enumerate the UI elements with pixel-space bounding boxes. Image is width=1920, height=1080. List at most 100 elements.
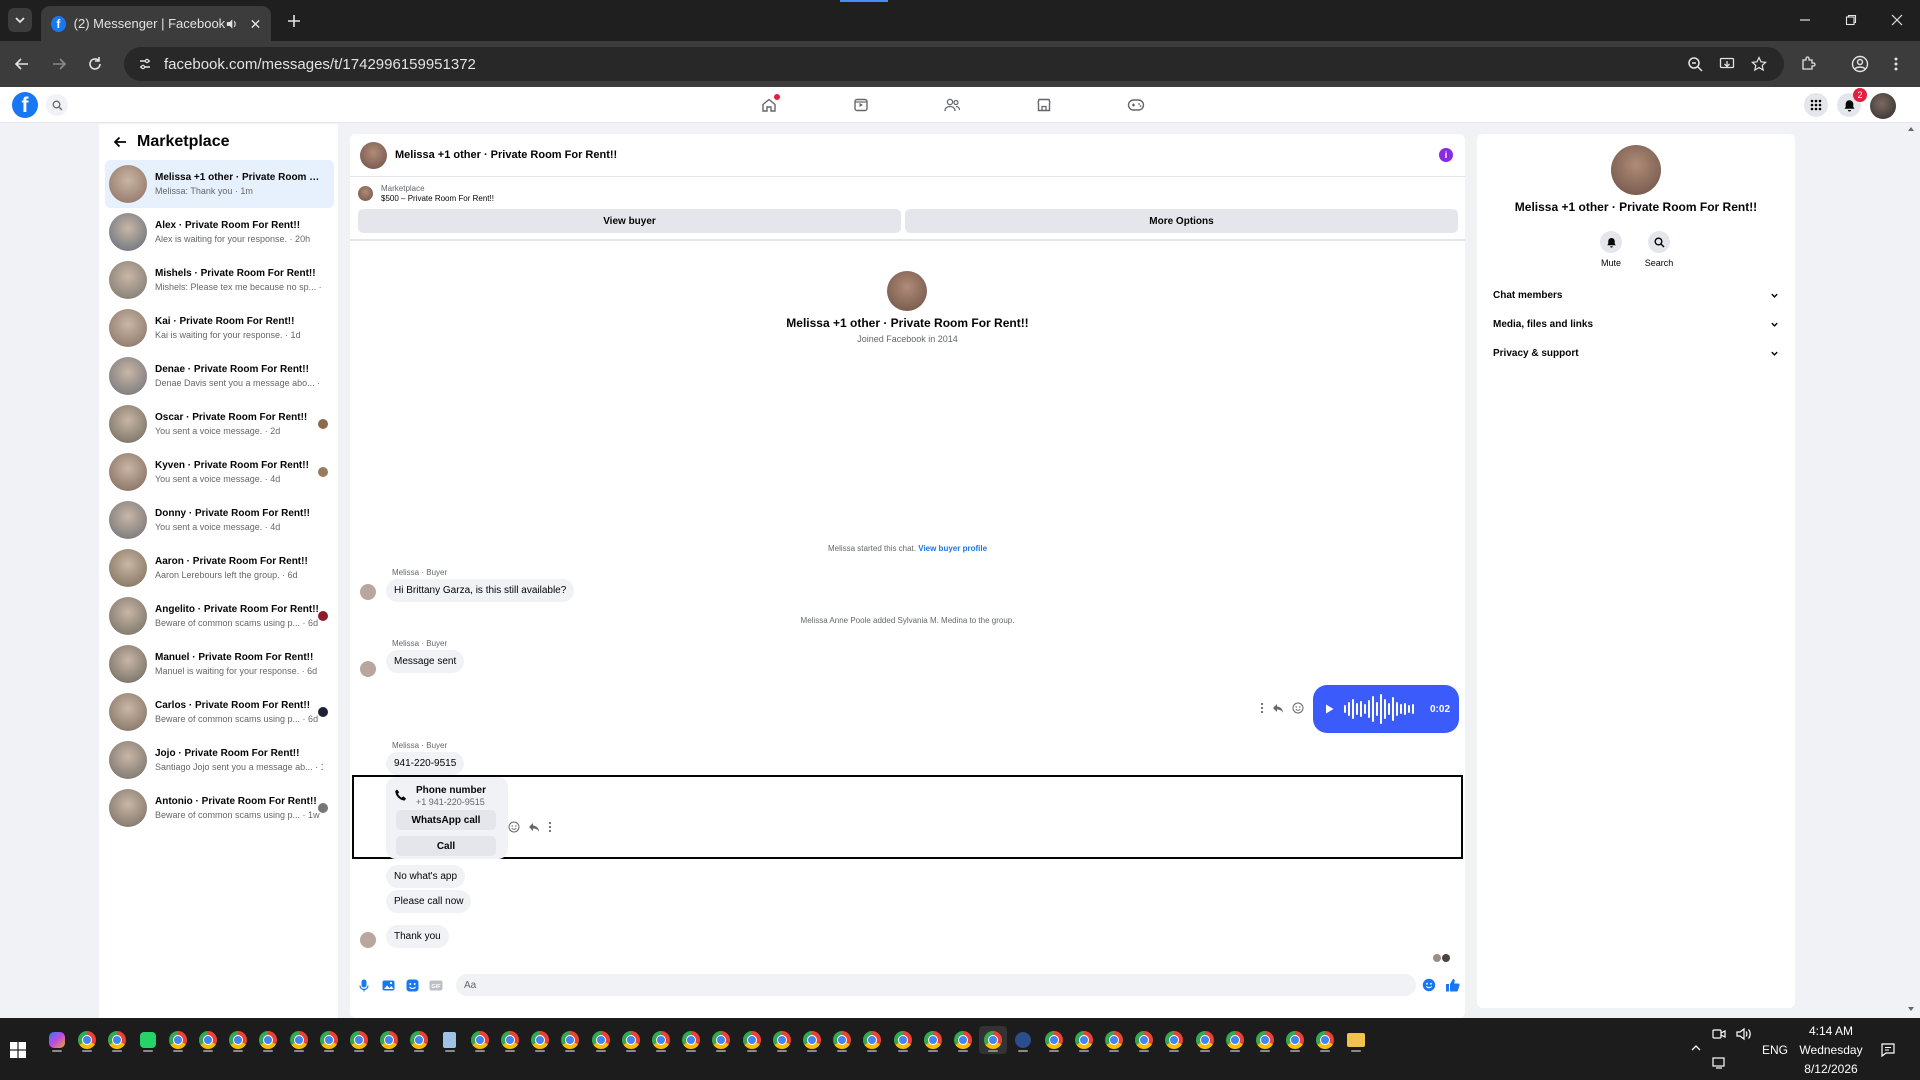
conversation-item[interactable]: Donny · Private Room For Rent!! You sent …: [105, 496, 334, 544]
chrome-taskbar-icon[interactable]: [798, 1026, 826, 1054]
chrome-taskbar-icon[interactable]: [647, 1026, 675, 1054]
notifications-button[interactable]: 2: [1837, 88, 1867, 117]
chrome-taskbar-icon[interactable]: [949, 1026, 977, 1054]
nav-home[interactable]: [757, 93, 781, 117]
chrome-taskbar-icon[interactable]: [919, 1026, 947, 1054]
conversation-item[interactable]: Oscar · Private Room For Rent!! You sent …: [105, 400, 334, 448]
scroll-up-arrow-icon[interactable]: [1906, 124, 1916, 134]
extensions-button[interactable]: [1796, 52, 1820, 76]
chrome-taskbar-icon[interactable]: [375, 1026, 403, 1054]
conversation-item[interactable]: Antonio · Private Room For Rent!! Beware …: [105, 784, 334, 832]
conversation-item[interactable]: Jojo · Private Room For Rent!! Santiago J…: [105, 736, 334, 784]
chrome-taskbar-icon[interactable]: [164, 1026, 192, 1054]
message-bubble[interactable]: Please call now: [386, 890, 472, 913]
chrome-taskbar-icon[interactable]: [1311, 1026, 1339, 1054]
chrome-taskbar-icon[interactable]: [103, 1026, 131, 1054]
view-buyer-button[interactable]: View buyer: [358, 209, 901, 233]
conversation-item[interactable]: Kai · Private Room For Rent!! Kai is wait…: [105, 304, 334, 352]
zoom-button[interactable]: [1684, 53, 1706, 75]
menu-button[interactable]: [1804, 93, 1828, 117]
emoji-picker-button[interactable]: [1421, 977, 1437, 993]
message-input[interactable]: Aa: [456, 974, 1416, 996]
windows-start-icon[interactable]: [10, 1042, 26, 1058]
conversation-item[interactable]: Mishels · Private Room For Rent!! Mishels…: [105, 256, 334, 304]
back-arrow-icon[interactable]: [113, 135, 127, 149]
chrome-taskbar-icon[interactable]: [345, 1026, 373, 1054]
chrome-taskbar-icon[interactable]: [828, 1026, 856, 1054]
conversation-item[interactable]: Angelito · Private Room For Rent!! Beware…: [105, 592, 334, 640]
chrome-taskbar-icon[interactable]: [979, 1026, 1008, 1054]
media-files-links-section[interactable]: Media, files and links: [1485, 310, 1787, 338]
close-tab-icon[interactable]: [250, 18, 261, 30]
search-in-conversation-button[interactable]: Search: [1639, 231, 1679, 268]
nav-marketplace[interactable]: [1032, 93, 1056, 117]
site-info-icon[interactable]: [138, 57, 152, 71]
chrome-taskbar-icon[interactable]: [1130, 1026, 1158, 1054]
conversation-item[interactable]: Manuel · Private Room For Rent!! Manuel i…: [105, 640, 334, 688]
chrome-taskbar-icon[interactable]: [496, 1026, 524, 1054]
volume-icon[interactable]: [1736, 1027, 1752, 1041]
notepad-taskbar-icon[interactable]: [436, 1026, 464, 1054]
chrome-taskbar-icon[interactable]: [1100, 1026, 1128, 1054]
chat-title[interactable]: Melissa +1 other · Private Room For Rent…: [395, 149, 617, 161]
message-bubble[interactable]: 941-220-9515: [386, 752, 465, 775]
chrome-taskbar-icon[interactable]: [1160, 1026, 1188, 1054]
chrome-taskbar-icon[interactable]: [285, 1026, 313, 1054]
voice-message-bubble[interactable]: 0:02: [1313, 685, 1459, 733]
emoji-react-icon[interactable]: [1292, 702, 1304, 714]
conversation-item[interactable]: Denae · Private Room For Rent!! Denae Dav…: [105, 352, 334, 400]
chrome-taskbar-icon[interactable]: [677, 1026, 705, 1054]
minimize-button[interactable]: [1792, 8, 1818, 32]
browser-tab-active[interactable]: f (2) Messenger | Facebook: [41, 6, 271, 41]
conversation-item[interactable]: Aaron · Private Room For Rent!! Aaron Ler…: [105, 544, 334, 592]
account-avatar[interactable]: [1870, 93, 1896, 119]
profile-avatar[interactable]: [887, 271, 927, 311]
new-tab-button[interactable]: [282, 9, 306, 33]
whatsapp-call-button[interactable]: WhatsApp call: [396, 810, 496, 830]
chrome-taskbar-icon[interactable]: [1281, 1026, 1309, 1054]
bookmark-button[interactable]: [1748, 53, 1770, 75]
conversation-item[interactable]: Melissa +1 other · Private Room Fo... Mel…: [105, 160, 334, 208]
chrome-taskbar-icon[interactable]: [1191, 1026, 1219, 1054]
message-avatar[interactable]: [360, 661, 376, 677]
send-like-button[interactable]: [1444, 977, 1460, 993]
nav-gaming[interactable]: [1124, 93, 1148, 117]
meet-camera-icon[interactable]: [1712, 1027, 1726, 1041]
chrome-taskbar-icon[interactable]: [405, 1026, 433, 1054]
input-language[interactable]: ENG: [1762, 1043, 1788, 1057]
chrome-taskbar-icon[interactable]: [194, 1026, 222, 1054]
system-clock[interactable]: 4:14 AM Wednesday 8/12/2026: [1790, 1022, 1872, 1079]
nav-friends[interactable]: [940, 93, 964, 117]
chrome-taskbar-icon[interactable]: [466, 1026, 494, 1054]
message-avatar[interactable]: [360, 932, 376, 948]
gif-button[interactable]: GIF: [428, 977, 444, 993]
reload-button[interactable]: [83, 52, 107, 76]
chat-avatar[interactable]: [360, 141, 387, 169]
restore-button[interactable]: [1838, 8, 1864, 32]
chrome-taskbar-icon[interactable]: [254, 1026, 282, 1054]
more-options-button[interactable]: More Options: [905, 209, 1458, 233]
nav-video[interactable]: [849, 93, 873, 117]
chrome-taskbar-icon[interactable]: [738, 1026, 766, 1054]
network-icon[interactable]: [1712, 1056, 1728, 1070]
privacy-support-section[interactable]: Privacy & support: [1485, 339, 1787, 367]
notification-center-icon[interactable]: [1880, 1042, 1896, 1058]
info-avatar[interactable]: [1611, 145, 1661, 195]
message-bubble[interactable]: No what's app: [386, 865, 466, 888]
chrome-taskbar-icon[interactable]: [889, 1026, 917, 1054]
mute-button[interactable]: Mute: [1591, 231, 1631, 268]
chrome-taskbar-icon[interactable]: [1070, 1026, 1098, 1054]
view-buyer-profile-link[interactable]: View buyer profile: [918, 544, 987, 553]
back-button[interactable]: [10, 52, 34, 76]
emoji-react-icon[interactable]: [508, 821, 520, 833]
chrome-taskbar-icon[interactable]: [587, 1026, 615, 1054]
listing-title[interactable]: $500 – Private Room For Rent!!: [381, 194, 494, 203]
more-vertical-icon[interactable]: [548, 821, 552, 833]
whatsapp-taskbar-icon[interactable]: [134, 1026, 162, 1054]
chrome-taskbar-icon[interactable]: [707, 1026, 735, 1054]
chrome-taskbar-icon[interactable]: [526, 1026, 554, 1054]
chrome-taskbar-icon[interactable]: [858, 1026, 886, 1054]
call-button[interactable]: Call: [396, 836, 496, 856]
reply-icon[interactable]: [528, 821, 540, 833]
message-avatar[interactable]: [360, 584, 376, 600]
